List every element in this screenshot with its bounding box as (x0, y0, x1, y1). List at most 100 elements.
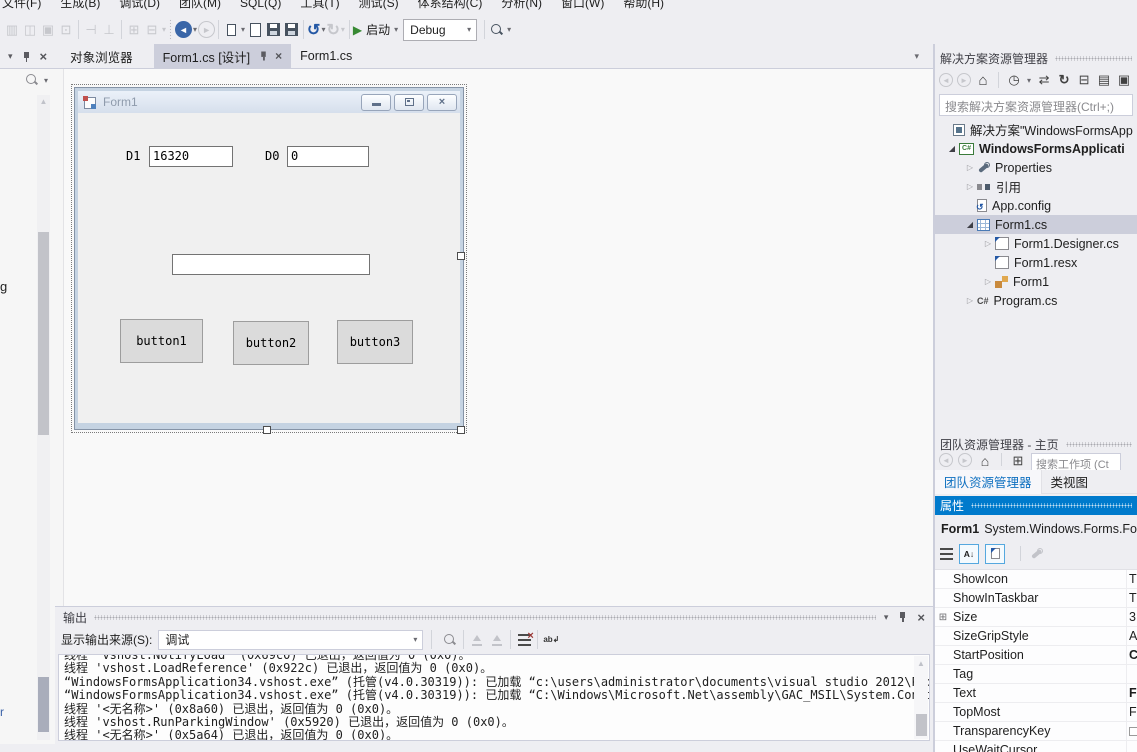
open-file-icon[interactable] (246, 20, 264, 40)
resize-handle-bottom[interactable] (263, 426, 271, 434)
filter-dropdown-icon[interactable]: ▾ (1027, 76, 1031, 85)
next-message-icon[interactable] (487, 630, 507, 650)
solution-explorer-search-input[interactable]: 搜索解决方案资源管理器(Ctrl+;) (939, 94, 1133, 116)
team-explorer-title-bar[interactable]: 团队资源管理器 - 主页 (935, 435, 1137, 453)
close-tab-icon[interactable]: × (275, 50, 282, 62)
property-row[interactable]: StartPositionC (935, 646, 1137, 665)
collapsed-arrow-icon[interactable]: ▷ (981, 277, 995, 286)
button2[interactable]: button2 (233, 321, 309, 365)
save-all-icon[interactable] (282, 20, 300, 40)
navigate-back-icon[interactable]: ◄ (175, 21, 192, 38)
close-button[interactable]: × (427, 94, 457, 111)
align-grid-icon[interactable]: ⊡ (57, 20, 75, 40)
refresh-icon[interactable]: ↻ (1056, 71, 1072, 89)
scroll-up-icon[interactable]: ▲ (914, 659, 928, 668)
tab-form1-code[interactable]: Form1.cs (291, 44, 361, 68)
menu-item-debug[interactable]: 调试(D) (119, 0, 160, 11)
pending-changes-filter-icon[interactable]: ◷ (1006, 71, 1022, 89)
form-client-area[interactable]: D1 16320 D0 0 button1 button2 button3 (78, 113, 460, 423)
send-to-back-icon[interactable]: ⊟ (143, 20, 161, 40)
property-row[interactable]: ShowIconT (935, 570, 1137, 589)
tree-item-appconfig[interactable]: App.config (935, 196, 1137, 215)
show-all-files-icon[interactable]: ▤ (1096, 71, 1112, 89)
back-icon[interactable]: ◄ (939, 453, 953, 467)
menu-item-build[interactable]: 生成(B) (60, 0, 100, 11)
redo-icon[interactable]: ↻ (326, 20, 339, 40)
start-debug-icon[interactable]: ▶ (353, 23, 362, 37)
toolbar-overflow-icon[interactable]: ▾ (507, 25, 511, 34)
pin-icon[interactable] (898, 611, 907, 623)
menu-item-file[interactable]: 文件(F) (2, 0, 41, 11)
form-designer-surface[interactable]: Form1 × D1 16320 D0 0 button1 button2 bu… (63, 69, 933, 606)
properties-object-select[interactable]: Form1 System.Windows.Forms.Fo (935, 517, 1137, 540)
forward-icon[interactable]: ► (957, 73, 971, 87)
tab-object-browser[interactable]: 对象浏览器 (61, 44, 142, 68)
solution-explorer-title-bar[interactable]: 解决方案资源管理器 (935, 49, 1137, 67)
label-d0[interactable]: D0 (265, 149, 279, 163)
solution-configuration-select[interactable]: Debug ▾ (403, 19, 477, 41)
start-debug-label[interactable]: 启动 (366, 21, 390, 38)
property-pages-icon[interactable] (1030, 547, 1043, 560)
close-icon[interactable]: × (917, 611, 925, 624)
new-file-dropdown-icon[interactable]: ▾ (241, 25, 245, 34)
property-row[interactable]: UseWaitCursor (935, 741, 1137, 752)
forward-icon[interactable]: ► (958, 453, 972, 467)
expanded-arrow-icon[interactable]: ◢ (945, 144, 959, 153)
clear-all-icon[interactable] (514, 630, 534, 650)
property-row[interactable]: TopMostF (935, 703, 1137, 722)
expanded-arrow-icon[interactable]: ◢ (963, 220, 977, 229)
property-row[interactable]: ShowInTaskbarT (935, 589, 1137, 608)
property-row[interactable]: TextF (935, 684, 1137, 703)
make-same-height-icon[interactable]: ⊥ (100, 20, 118, 40)
tree-item-form1cs[interactable]: ◢ Form1.cs (935, 215, 1137, 234)
output-log[interactable]: 线程 'vshost.NotifyLoad' (0x69c0) 已退出，返回值为… (58, 654, 930, 741)
tree-item-references[interactable]: ▷ 引用 (935, 177, 1137, 196)
output-scrollbar[interactable]: ▲ (914, 656, 928, 739)
collapsed-arrow-icon[interactable]: ▷ (963, 182, 977, 191)
textbox-d1[interactable]: 16320 (149, 146, 233, 167)
alphabetical-icon[interactable]: A↓ (959, 544, 979, 564)
textbox-d0[interactable]: 0 (287, 146, 369, 167)
find-in-files-icon[interactable] (488, 20, 506, 40)
redo-dropdown-icon[interactable]: ▾ (341, 25, 345, 34)
minimize-button[interactable] (361, 94, 391, 111)
align-centers-icon[interactable]: ◫ (21, 20, 39, 40)
undo-icon[interactable]: ↺ (307, 20, 320, 40)
work-item-search-input[interactable]: 搜索工作项 (Ct (1031, 453, 1121, 470)
layout-overflow-icon[interactable]: ▾ (162, 25, 166, 34)
resize-handle-corner[interactable] (457, 426, 465, 434)
property-row[interactable]: Tag (935, 665, 1137, 684)
menu-item-test[interactable]: 测试(S) (359, 0, 399, 11)
menu-item-architecture[interactable]: 体系结构(C) (418, 0, 483, 11)
menu-item-help[interactable]: 帮助(H) (623, 0, 664, 11)
menu-item-sql[interactable]: SQL(Q) (240, 0, 281, 10)
collapsed-arrow-icon[interactable]: ▷ (963, 296, 977, 305)
menu-item-team[interactable]: 团队(M) (179, 0, 221, 11)
categorized-icon[interactable] (940, 548, 953, 560)
designed-form[interactable]: Form1 × D1 16320 D0 0 button1 button2 bu… (75, 88, 463, 429)
align-lefts-icon[interactable]: ▥ (3, 20, 21, 40)
tree-item-form1-designer[interactable]: ▷ Form1.Designer.cs (935, 234, 1137, 253)
properties-title-bar[interactable]: 属性 (935, 496, 1137, 515)
button1[interactable]: button1 (120, 319, 203, 363)
pin-icon[interactable] (22, 51, 31, 63)
textbox-empty[interactable] (172, 254, 370, 275)
close-icon[interactable]: × (40, 50, 48, 63)
start-dropdown-icon[interactable]: ▾ (394, 25, 398, 34)
property-row[interactable]: SizeGripStyleA (935, 627, 1137, 646)
navigate-forward-icon[interactable]: ► (198, 21, 215, 38)
tab-class-view[interactable]: 类视图 (1042, 470, 1098, 494)
tree-item-programcs[interactable]: ▷ C# Program.cs (935, 291, 1137, 310)
search-dropdown-icon[interactable]: ▾ (44, 76, 48, 85)
make-same-width-icon[interactable]: ⊣ (82, 20, 100, 40)
word-wrap-icon[interactable]: ab↲ (541, 630, 561, 650)
maximize-button[interactable] (394, 94, 424, 111)
navigate-back-dropdown-icon[interactable]: ▾ (193, 25, 197, 34)
vertical-scrollbar[interactable]: ▲ (37, 95, 50, 740)
button3[interactable]: button3 (337, 320, 413, 364)
property-row[interactable]: ⊞Size3 (935, 608, 1137, 627)
properties-view-icon[interactable] (985, 544, 1005, 564)
object-browser-search[interactable]: ▾ (0, 69, 63, 91)
scroll-up-icon[interactable]: ▲ (37, 97, 50, 106)
tab-team-explorer[interactable]: 团队资源管理器 (935, 470, 1042, 494)
